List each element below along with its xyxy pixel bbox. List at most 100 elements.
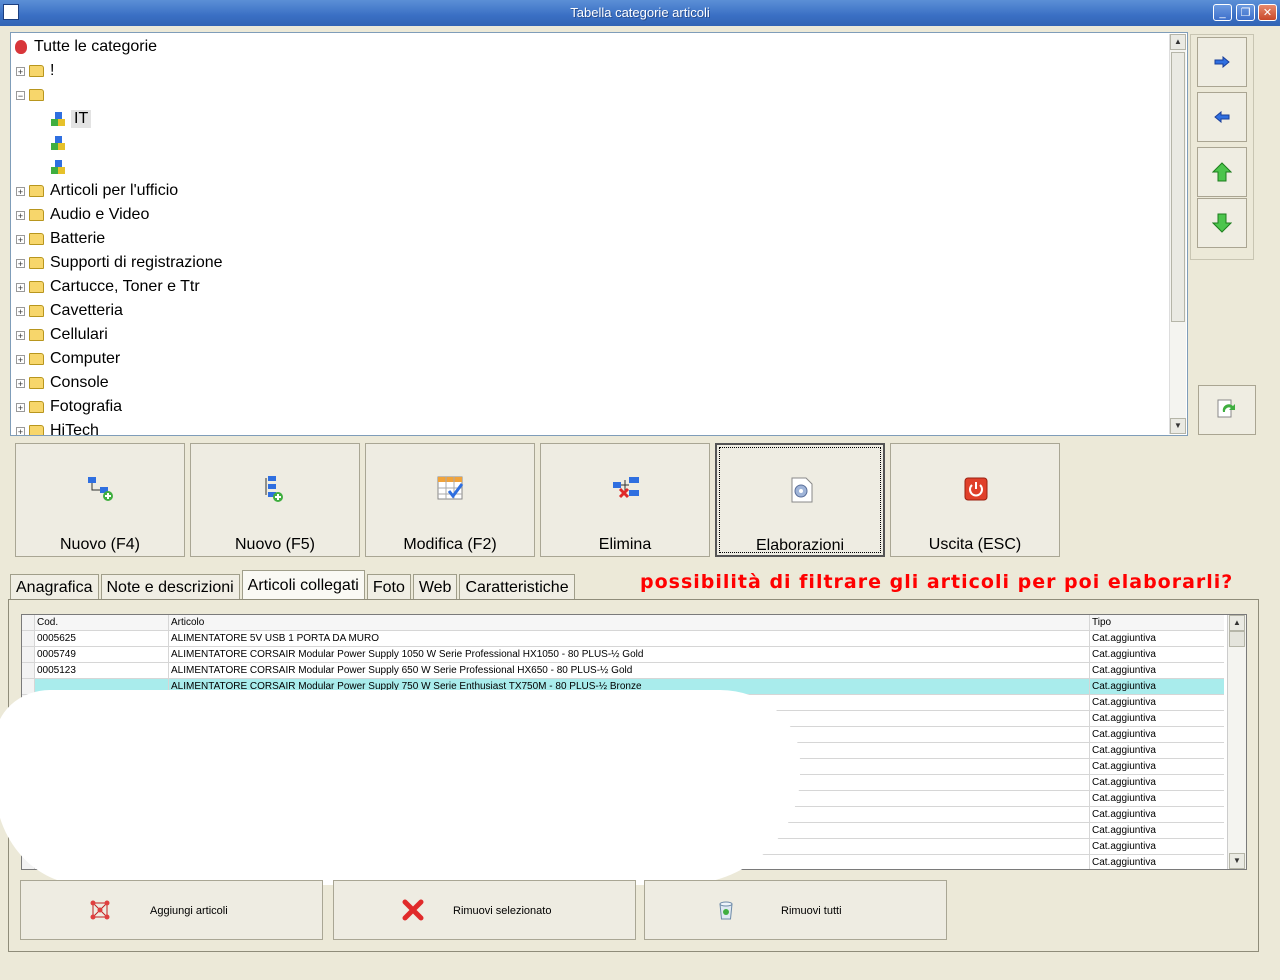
tree-item-label: Computer: [50, 350, 121, 367]
folder-icon: [29, 353, 44, 365]
cell-article: ALIMENTATORE CORSAIR Modular Power Suppl…: [169, 647, 1090, 662]
expand-icon[interactable]: +: [16, 354, 25, 364]
delete-button[interactable]: Elimina: [540, 443, 710, 557]
process-button[interactable]: Elaborazioni: [715, 443, 885, 557]
new-f5-button[interactable]: Nuovo (F5): [190, 443, 360, 557]
title-bar: Tabella categorie articoli _ ❐ ✕: [0, 0, 1280, 26]
subcategory-icon: [51, 160, 65, 174]
table-row[interactable]: 0005625 ALIMENTATORE 5V USB 1 PORTA DA MU…: [22, 631, 1224, 647]
remove-all-icon: [719, 901, 733, 920]
new-tree-icon: [88, 477, 113, 501]
column-type[interactable]: Tipo: [1090, 615, 1224, 630]
column-code[interactable]: Cod.: [35, 615, 169, 630]
tree-item[interactable]: + Console: [16, 371, 109, 395]
tree-item-label: HiTech: [50, 422, 99, 436]
cell-type: Cat.aggiuntiva: [1092, 825, 1156, 836]
expand-icon[interactable]: +: [16, 282, 25, 292]
move-up-button[interactable]: [1197, 147, 1247, 197]
remove-all-button[interactable]: Rimuovi tutti: [644, 880, 947, 940]
tree-item[interactable]: + Fotografia: [16, 395, 122, 419]
minimize-button[interactable]: _: [1213, 4, 1232, 21]
tree-scrollbar[interactable]: ▲ ▼: [1169, 34, 1186, 434]
expand-icon[interactable]: +: [16, 66, 25, 76]
expand-icon[interactable]: +: [16, 402, 25, 412]
grid-scroll-down-icon[interactable]: ▼: [1229, 853, 1245, 869]
tab-caratteristiche[interactable]: Caratteristiche: [459, 574, 575, 600]
cell-type: Cat.aggiuntiva: [1092, 633, 1156, 644]
expand-icon[interactable]: +: [16, 378, 25, 388]
add-articles-button[interactable]: Aggiungi articoli: [20, 880, 323, 940]
tab-web[interactable]: Web: [412, 574, 458, 600]
tree-item[interactable]: + Articoli per l'ufficio: [16, 179, 178, 203]
tree-item[interactable]: + Computer: [16, 347, 120, 371]
tree-item[interactable]: + Cellulari: [16, 323, 108, 347]
process-label: Elaborazioni: [755, 537, 845, 554]
tree-item-label: Audio e Video: [50, 206, 150, 223]
folder-icon: [29, 281, 44, 293]
add-articles-icon: [90, 900, 110, 920]
tab-strip: Anagrafica Note e descrizioni Articoli c…: [10, 570, 577, 600]
redaction-overlay: [0, 690, 800, 885]
tree-item[interactable]: + Batterie: [16, 227, 105, 251]
tree-item-label: Batterie: [50, 230, 106, 247]
move-right-button[interactable]: [1197, 37, 1247, 87]
grid-scroll-up-icon[interactable]: ▲: [1229, 615, 1245, 631]
exit-icon: [964, 477, 988, 501]
tab-note[interactable]: Note e descrizioni: [100, 574, 240, 600]
tab-foto[interactable]: Foto: [366, 574, 411, 600]
annotation-text: possibilità di filtrare gli articoli per…: [640, 571, 1234, 593]
refresh-icon: [1217, 399, 1235, 418]
tree-item[interactable]: IT: [51, 107, 92, 131]
tree-item[interactable]: + Audio e Video: [16, 203, 149, 227]
expand-icon[interactable]: +: [16, 186, 25, 196]
tree-item[interactable]: + Cavetteria: [16, 299, 123, 323]
cell-type: Cat.aggiuntiva: [1092, 649, 1156, 660]
cell-type: Cat.aggiuntiva: [1092, 713, 1156, 724]
folder-icon: [29, 89, 44, 101]
exit-label: Uscita (ESC): [928, 536, 1022, 553]
expand-icon[interactable]: +: [16, 258, 25, 268]
new-f4-button[interactable]: Nuovo (F4): [15, 443, 185, 557]
tree-item[interactable]: + Cartucce, Toner e Ttr: [16, 275, 200, 299]
grid-scroll-thumb[interactable]: [1229, 631, 1245, 647]
cell-article: ALIMENTATORE 5V USB 1 PORTA DA MURO: [169, 631, 1090, 646]
folder-icon: [29, 305, 44, 317]
expand-icon[interactable]: +: [16, 210, 25, 220]
edit-button[interactable]: Modifica (F2): [365, 443, 535, 557]
tree-item-label: [50, 88, 110, 102]
cell-code: 0005625: [35, 631, 169, 646]
move-left-button[interactable]: [1197, 92, 1247, 142]
expand-icon[interactable]: +: [16, 426, 25, 435]
refresh-button[interactable]: [1198, 385, 1256, 435]
grid-scrollbar[interactable]: ▲ ▼: [1227, 615, 1246, 869]
category-tree[interactable]: Tutte le categorie +! − IT + Articoli per l'…: [10, 32, 1188, 436]
scroll-down-icon[interactable]: ▼: [1170, 418, 1186, 434]
tree-item[interactable]: + Supporti di registrazione: [16, 251, 223, 275]
tab-articoli-collegati[interactable]: Articoli collegati: [241, 570, 365, 600]
edit-icon: [437, 476, 464, 500]
tree-item[interactable]: −: [16, 83, 110, 107]
scroll-thumb[interactable]: [1171, 52, 1185, 322]
expand-icon[interactable]: +: [16, 234, 25, 244]
scroll-up-icon[interactable]: ▲: [1170, 34, 1186, 50]
remove-selected-button[interactable]: Rimuovi selezionato: [333, 880, 636, 940]
new-child-icon: [265, 476, 283, 502]
tree-root[interactable]: Tutte le categorie: [15, 35, 157, 59]
tree-item[interactable]: +!: [16, 59, 54, 83]
table-row[interactable]: 0005749 ALIMENTATORE CORSAIR Modular Powe…: [22, 647, 1224, 663]
expand-icon[interactable]: +: [16, 330, 25, 340]
collapse-icon[interactable]: −: [16, 90, 25, 100]
tree-item[interactable]: + HiTech: [16, 419, 99, 436]
close-button[interactable]: ✕: [1258, 4, 1277, 21]
restore-button[interactable]: ❐: [1236, 4, 1255, 21]
tree-item[interactable]: [51, 131, 131, 155]
move-down-button[interactable]: [1197, 198, 1247, 248]
tab-anagrafica[interactable]: Anagrafica: [10, 574, 99, 600]
arrow-down-icon: [1212, 213, 1232, 233]
tree-item[interactable]: [51, 155, 131, 179]
column-article[interactable]: Articolo: [169, 615, 1090, 630]
tree-item-label: Fotografia: [50, 398, 123, 415]
exit-button[interactable]: Uscita (ESC): [890, 443, 1060, 557]
table-row[interactable]: 0005123 ALIMENTATORE CORSAIR Modular Powe…: [22, 663, 1224, 679]
expand-icon[interactable]: +: [16, 306, 25, 316]
